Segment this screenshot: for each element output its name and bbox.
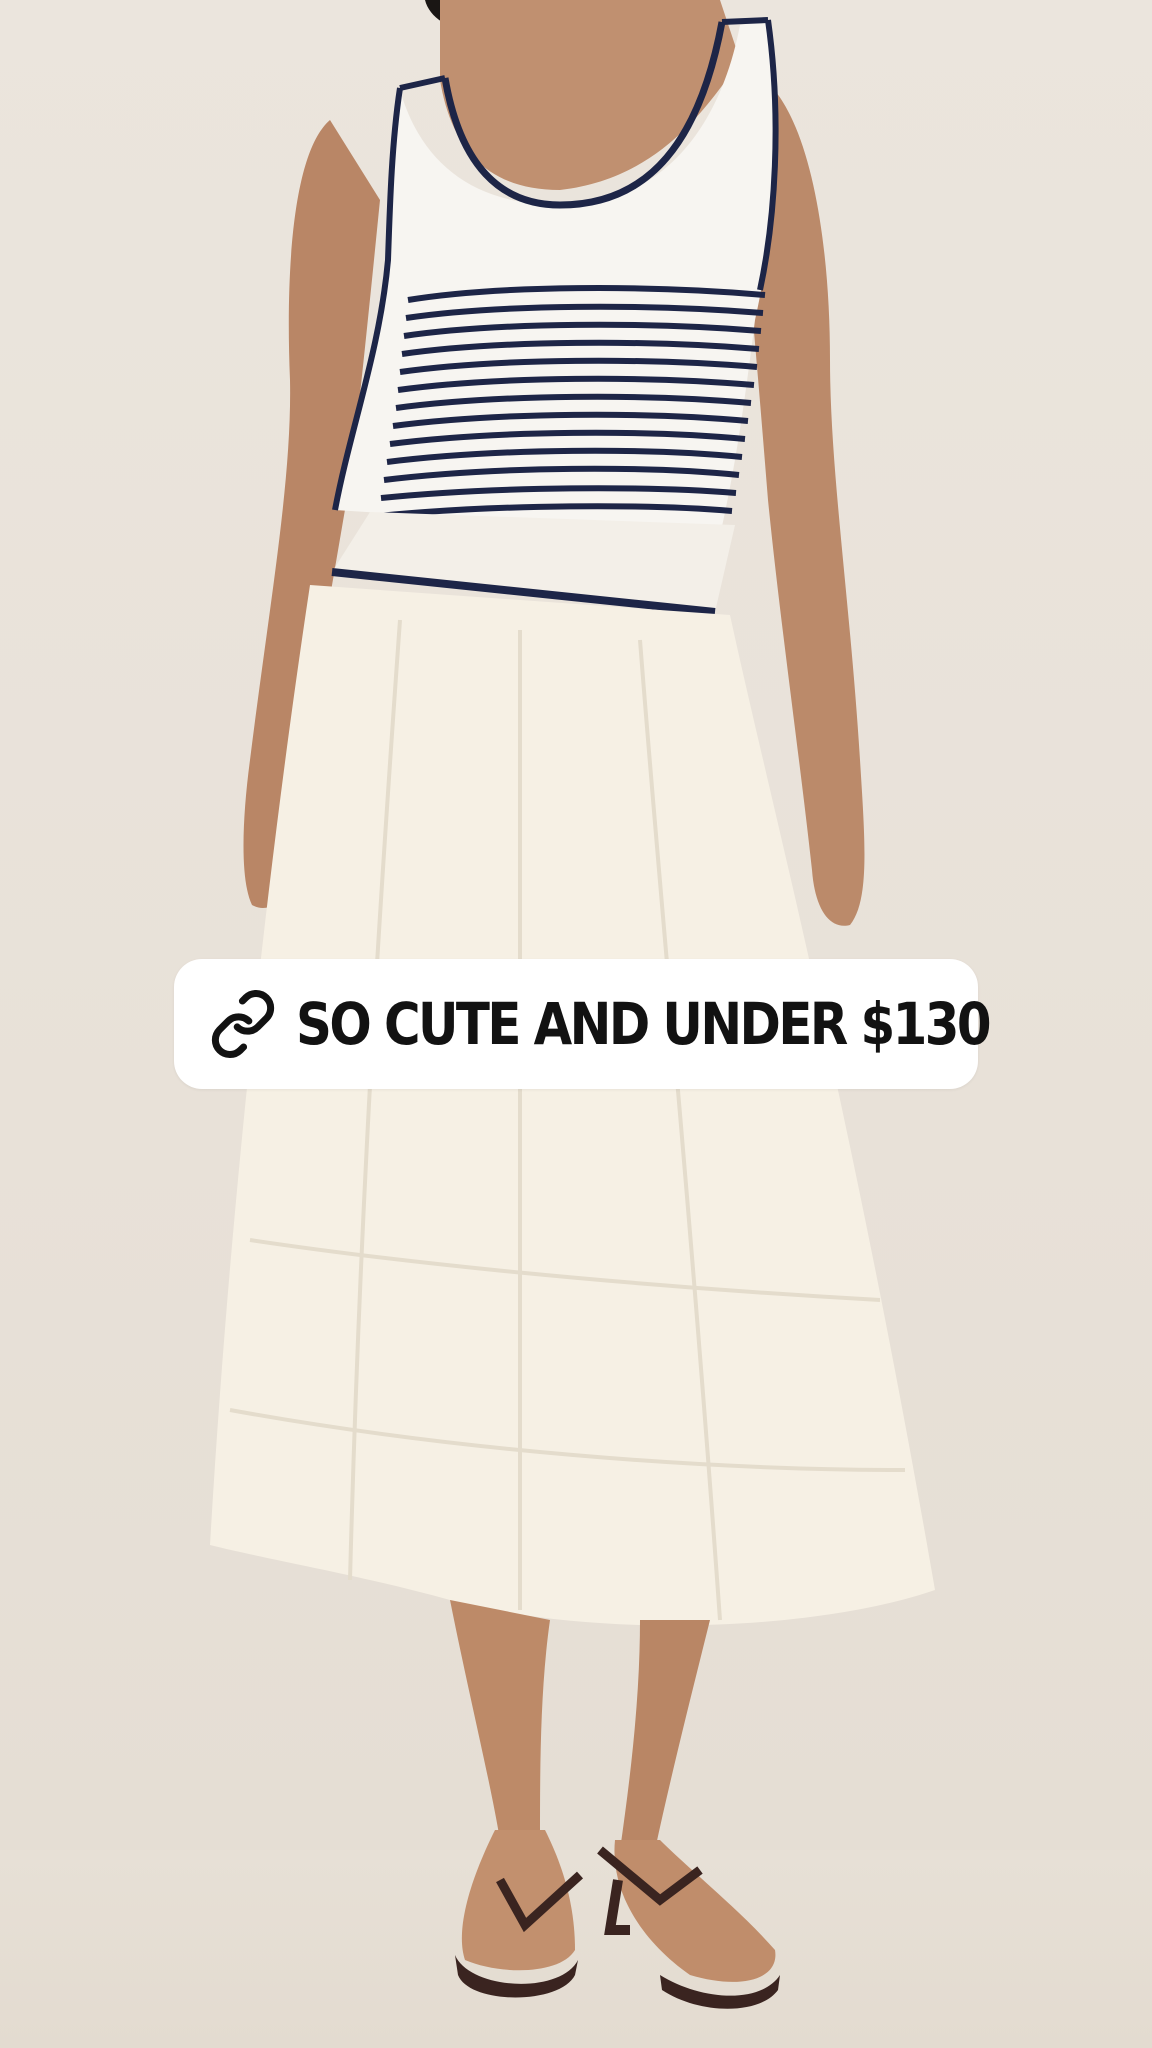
right-foot [614, 1840, 776, 1982]
link-icon [206, 987, 280, 1061]
link-sticker-label: SO CUTE AND UNDER $130 [296, 990, 992, 1058]
story-frame: SO CUTE AND UNDER $130 [0, 0, 1152, 2048]
link-sticker[interactable]: SO CUTE AND UNDER $130 [174, 959, 992, 1089]
left-leg [450, 1600, 550, 1840]
right-leg [620, 1620, 710, 1850]
